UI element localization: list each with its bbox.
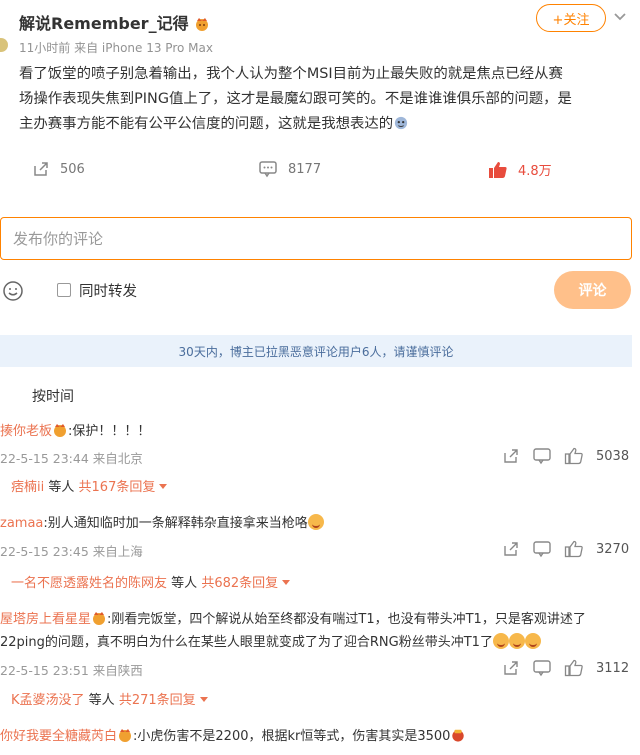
comment-icon[interactable] [532, 447, 552, 465]
comment-action[interactable]: 8177 [258, 160, 321, 178]
reply-user[interactable]: K孟婆汤没了 [11, 693, 85, 708]
author-name[interactable]: 解说Remember_记得 [19, 14, 189, 33]
caret-down-icon [199, 697, 208, 702]
reply-count-link[interactable]: 共167条回复 [79, 480, 156, 495]
reply-mid: 等人 [88, 693, 115, 708]
crying-emoji-icon [524, 633, 541, 649]
repost-icon[interactable] [502, 447, 520, 465]
sort-by-time-tab[interactable]: 按时间 [32, 386, 74, 406]
thumbs-up-icon[interactable] [564, 540, 584, 558]
comment-text: :别人通知临时加一条解释韩杂直接拿来当枪咯 [43, 516, 308, 531]
reply-user[interactable]: 痞楠ii [11, 480, 44, 495]
repost-icon[interactable] [502, 659, 520, 677]
reply-count-link[interactable]: 共271条回复 [119, 693, 196, 708]
thumbs-up-icon[interactable] [564, 659, 584, 677]
smile-emoji-icon [307, 514, 324, 530]
post-body-line: 主办赛事方能不能有公平公信度的问题，这就是我想表达的 [19, 112, 629, 137]
comment-text: :刚看完饭堂，四个解说从始至终都没有喘过T1，也没有带头冲T1，只是客观讲述了 [107, 612, 586, 627]
crying-emoji-icon [508, 633, 525, 649]
comment-replies[interactable]: K孟婆汤没了 等人 共271条回复 [11, 689, 208, 708]
comment-text: :保护！！！！ [68, 424, 151, 439]
repost-label[interactable]: 同时转发 [79, 280, 137, 301]
like-action[interactable]: 4.8万 [488, 160, 552, 179]
comment-text: :小虎伤害不是2200，根据kr恒等式，伤害其实是3500 [133, 729, 451, 744]
crown-badge-icon [196, 18, 209, 31]
crown-badge-icon [93, 612, 106, 625]
caret-down-icon [159, 484, 168, 489]
red-envelope-emoji-icon [452, 729, 465, 742]
emoji-picker-icon[interactable] [2, 280, 24, 302]
comment-icon[interactable] [532, 659, 552, 677]
comment-icon[interactable] [532, 540, 552, 558]
comment-date: 22-5-15 23:44 来自北京 [0, 451, 143, 466]
comment-item: zamaa:别人通知临时加一条解释韩杂直接拿来当枪咯 [0, 514, 630, 534]
thumbs-up-icon[interactable] [564, 447, 584, 465]
comment-user[interactable]: zamaa [0, 516, 43, 531]
follow-button[interactable]: +关注 [536, 4, 606, 32]
comment-count: 8177 [288, 161, 322, 177]
reply-count-link[interactable]: 共682条回复 [201, 576, 278, 591]
comment-input-placeholder: 发布你的评论 [13, 230, 104, 248]
repost-count: 506 [60, 161, 85, 177]
repost-icon [34, 162, 48, 176]
comment-text: 22ping的问题，真不明白为什么在某些人眼里就变成了为了迎合RNG粉丝带头冲T… [0, 635, 493, 650]
repost-icon[interactable] [502, 540, 520, 558]
comment-actions: 3112 [502, 659, 629, 677]
like-count: 4.8万 [518, 164, 552, 179]
caret-down-icon [282, 580, 291, 585]
comment-replies[interactable]: 一名不愿透露姓名的陈网友 等人 共682条回复 [11, 572, 291, 591]
crying-emoji-icon [492, 633, 509, 649]
blocked-users-notice: 30天内，博主已拉黑恶意评论用户6人，请谨慎评论 [0, 335, 632, 367]
comment-input[interactable]: 发布你的评论 [0, 217, 632, 260]
comment-actions: 5038 [502, 447, 629, 465]
comment-like-count: 3270 [596, 541, 630, 557]
crown-badge-icon [119, 729, 132, 742]
comment-user[interactable]: 揍你老板 [0, 424, 52, 439]
repost-action[interactable]: 506 [32, 160, 85, 178]
post-body: 看了饭堂的喷子别急着输出，我个人认为整个MSI目前为止最失败的就是焦点已经从赛 … [19, 62, 629, 137]
comment-item: 揍你老板 :保护！！！！ [0, 422, 630, 442]
post-meta: 11小时前 来自 iPhone 13 Pro Max [19, 41, 213, 55]
comment-date: 22-5-15 23:51 来自陕西 [0, 663, 143, 678]
reply-mid: 等人 [171, 576, 198, 591]
comment-icon [259, 161, 277, 178]
comment-actions: 3270 [502, 540, 629, 558]
comment-like-count: 5038 [596, 448, 630, 464]
thumbs-up-icon [489, 161, 507, 178]
post-author[interactable]: 解说Remember_记得 [19, 10, 210, 34]
post-body-line: 看了饭堂的喷子别急着输出，我个人认为整个MSI目前为止最失败的就是焦点已经从赛 [19, 66, 563, 82]
comment-text-continued: 22ping的问题，真不明白为什么在某些人眼里就变成了为了迎合RNG粉丝带头冲T… [0, 633, 630, 653]
reply-mid: 等人 [48, 480, 75, 495]
post-body-line: 场操作表现失焦到PING值上了，这才是最魔幻跟可笑的。不是谁谁谁俱乐部的问题，是 [19, 91, 572, 107]
laughing-cry-emoji-icon [395, 116, 408, 130]
avatar[interactable] [0, 38, 8, 52]
comment-item: 屋塔房上看星星 :刚看完饭堂，四个解说从始至终都没有喘过T1，也没有带头冲T1，只… [0, 610, 630, 630]
comment-item: 你好我要全糖藏芮白 :小虎伤害不是2200，根据kr恒等式，伤害其实是3500 [0, 727, 630, 747]
submit-comment-button[interactable]: 评论 [554, 271, 631, 309]
comment-like-count: 3112 [596, 660, 630, 676]
comment-user[interactable]: 你好我要全糖藏芮白 [0, 729, 117, 744]
comment-user[interactable]: 屋塔房上看星星 [0, 612, 91, 627]
repost-checkbox[interactable] [57, 283, 71, 297]
crown-badge-icon [54, 424, 67, 437]
reply-user[interactable]: 一名不愿透露姓名的陈网友 [11, 576, 167, 591]
comment-date: 22-5-15 23:45 来自上海 [0, 544, 143, 559]
comment-replies[interactable]: 痞楠ii 等人 共167条回复 [11, 476, 168, 495]
chevron-down-icon[interactable] [610, 6, 630, 26]
